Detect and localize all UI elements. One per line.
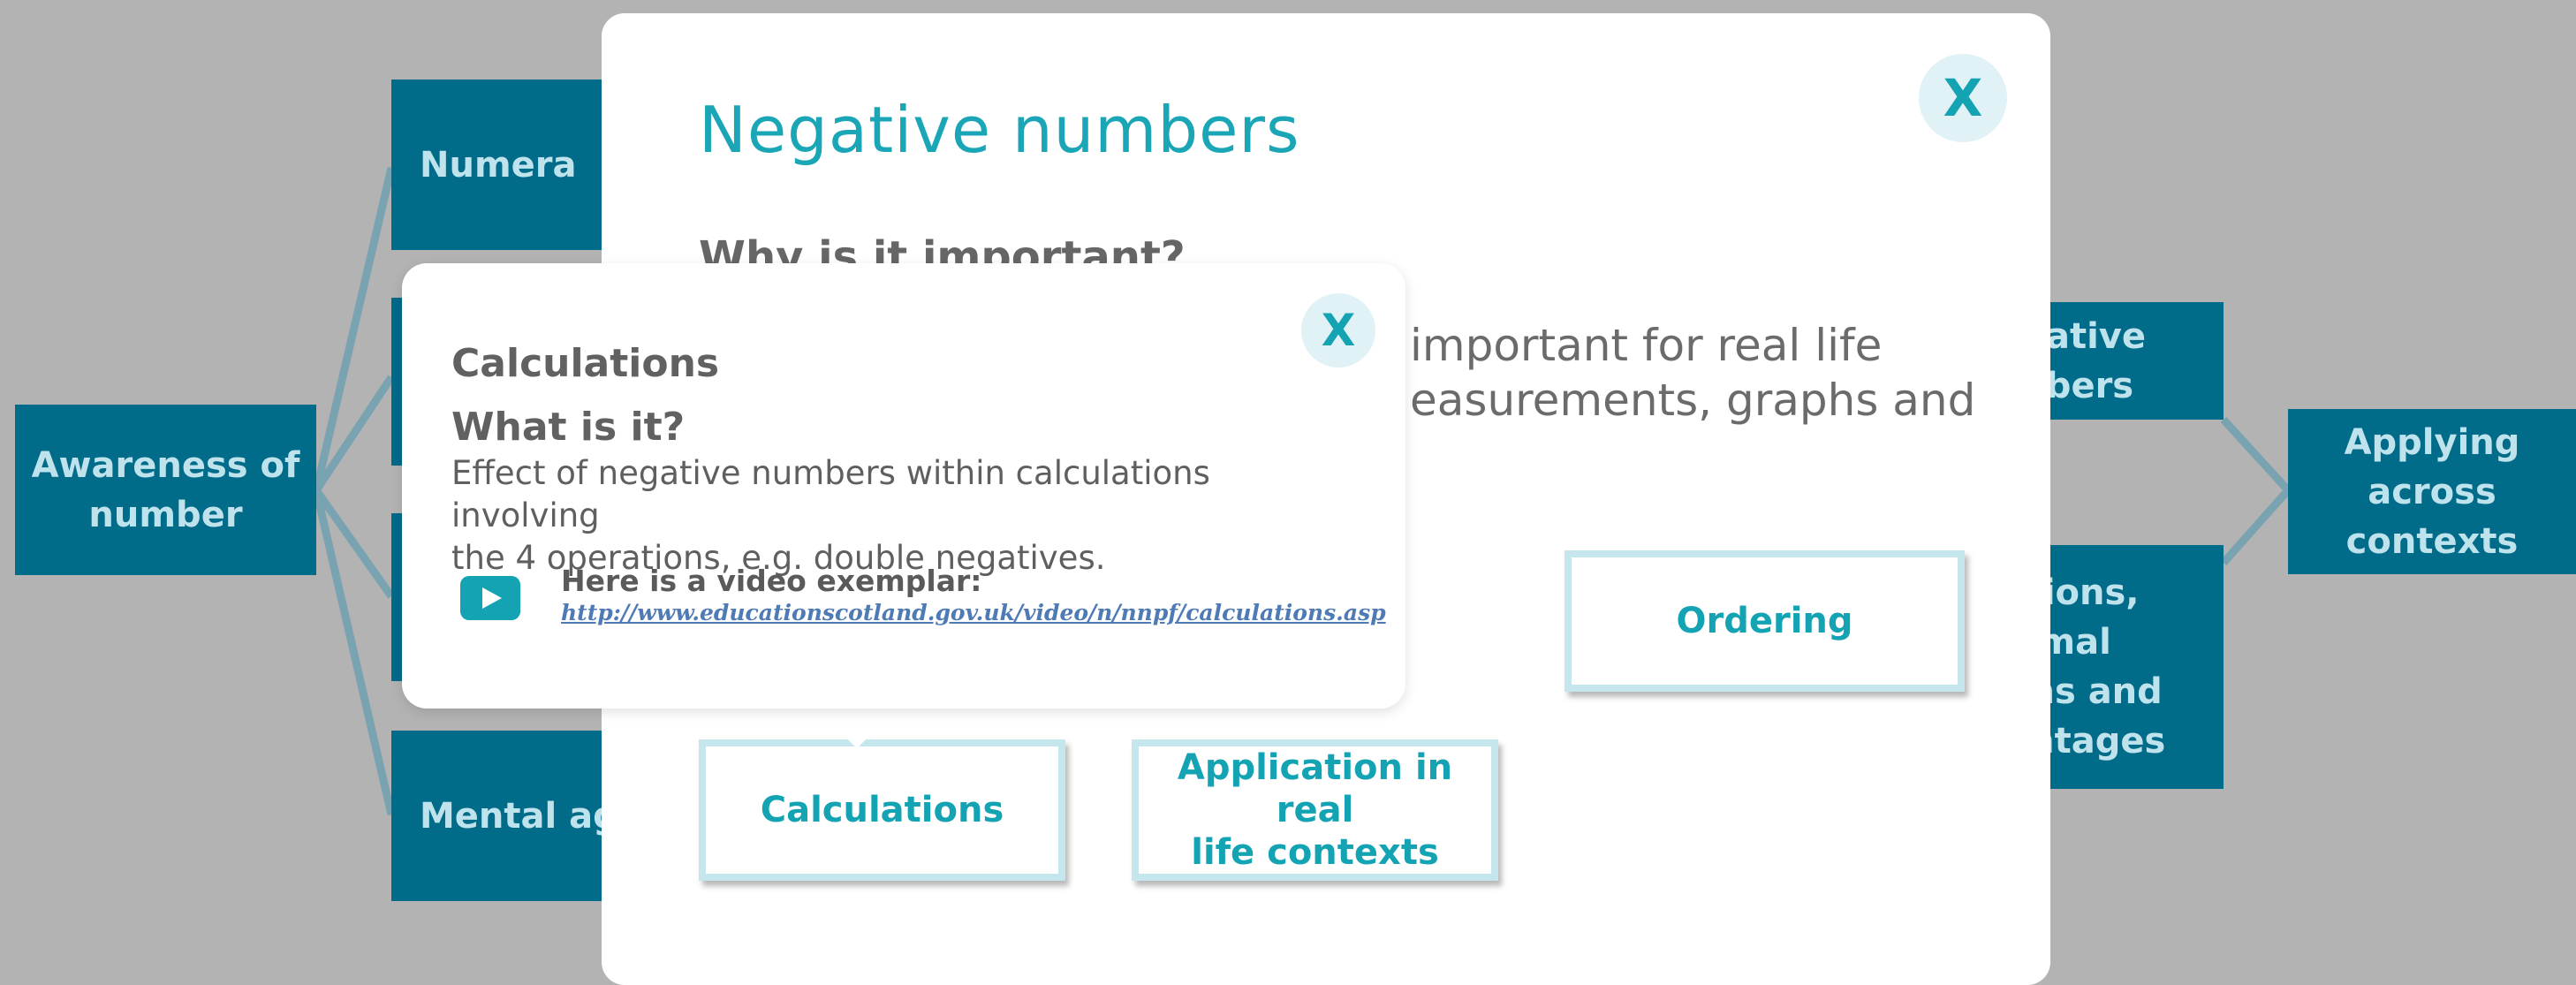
topic-ordering-button[interactable]: Ordering xyxy=(1565,550,1965,692)
video-exemplar-label: Here is a video exemplar: xyxy=(561,564,982,598)
node-label: Applying xyxy=(2344,421,2520,463)
why-text-line: important for real life xyxy=(1410,320,1883,371)
popover-close-button[interactable]: X xyxy=(1301,293,1375,367)
topic-label: Calculations xyxy=(760,790,1004,830)
modal-title: Negative numbers xyxy=(699,93,1300,167)
popover-title: Calculations xyxy=(451,341,720,386)
node-label: across xyxy=(2368,471,2496,512)
video-exemplar-link[interactable]: http://www.educationscotland.gov.uk/vide… xyxy=(561,600,1386,625)
node-label: number xyxy=(88,494,243,535)
why-text-line: easurements, graphs and xyxy=(1410,375,1976,426)
node-label: contexts xyxy=(2345,520,2519,562)
applying-across-contexts-node[interactable]: Applying across contexts xyxy=(2288,409,2576,574)
topic-label: Application in real xyxy=(1177,747,1453,830)
calculations-popover: X Calculations What is it? Effect of neg… xyxy=(402,263,1405,708)
node-label: Numera xyxy=(420,144,577,186)
topic-label: Ordering xyxy=(1676,601,1853,641)
popover-description: Effect of negative numbers within calcul… xyxy=(451,452,1335,580)
node-label: Mental agi xyxy=(420,795,631,837)
description-line: Effect of negative numbers within calcul… xyxy=(451,454,1210,534)
topic-calculations-button[interactable]: Calculations xyxy=(699,739,1065,881)
topic-label: life contexts xyxy=(1191,832,1439,873)
awareness-of-number-node[interactable]: Awareness of number xyxy=(15,405,316,575)
why-important-text: important for real life easurements, gra… xyxy=(1410,318,2050,428)
node-label: Awareness of xyxy=(31,444,300,486)
popover-subtitle: What is it? xyxy=(451,405,686,450)
topic-application-button[interactable]: Application in real life contexts xyxy=(1132,739,1498,881)
video-play-icon[interactable] xyxy=(460,576,520,620)
modal-close-button[interactable]: X xyxy=(1919,54,2007,142)
